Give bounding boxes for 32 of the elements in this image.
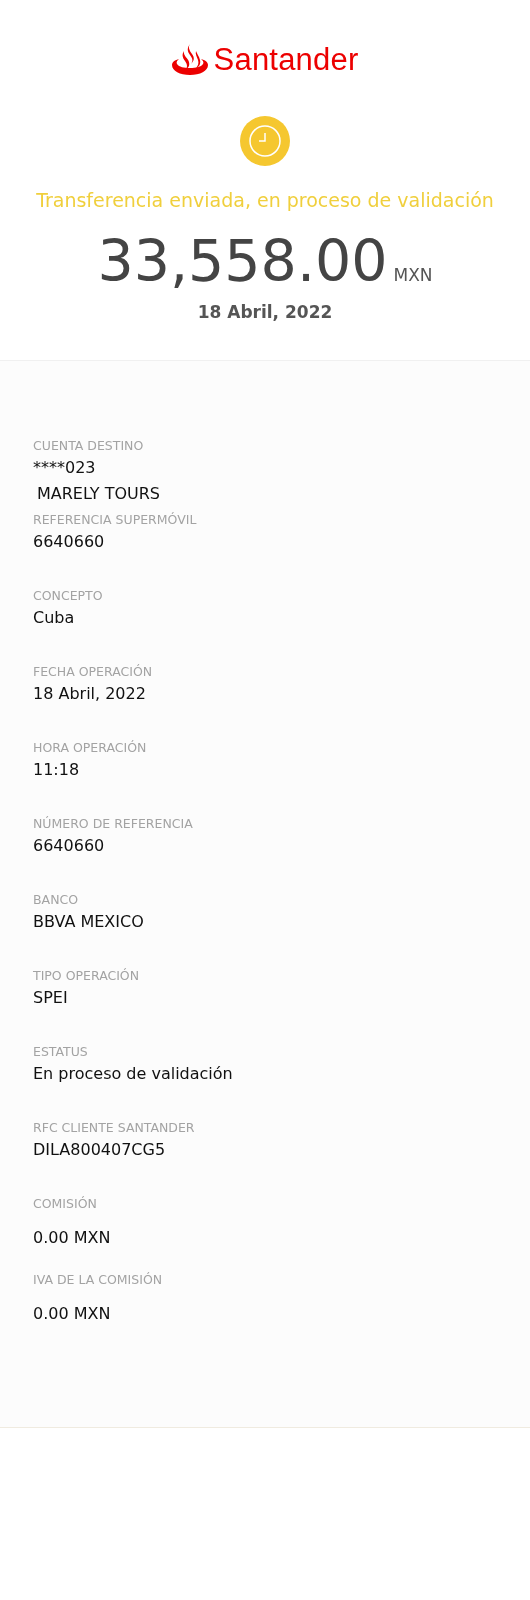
currency: MXN — [393, 265, 433, 285]
field-label: NÚMERO DE REFERENCIA — [33, 815, 194, 833]
field-label: IVA DE LA COMISIÓN — [33, 1271, 164, 1289]
field-label: CONCEPTO — [33, 587, 104, 605]
field-label: ESTATUS — [33, 1043, 89, 1061]
brand-name: Santander — [213, 42, 359, 78]
field-label: CUENTA DESTINO — [33, 437, 145, 455]
field-label: TIPO OPERACIÓN — [33, 967, 141, 985]
amount: 33,558.00 — [97, 228, 388, 294]
field-value: Cuba — [33, 607, 76, 629]
field-value: 6640660 — [33, 531, 106, 553]
field-value: SPEI — [33, 987, 69, 1009]
clock-icon — [240, 116, 290, 166]
field-value: 0.00 MXN — [33, 1303, 112, 1325]
field-label: RFC CLIENTE SANTANDER — [33, 1119, 196, 1137]
field-value: ****023 — [33, 457, 97, 479]
field-label: BANCO — [33, 891, 80, 909]
field-value: En proceso de validación — [33, 1063, 234, 1085]
field-label: REFERENCIA SUPERMÓVIL — [33, 511, 198, 529]
field-value: DILA800407CG5 — [33, 1139, 167, 1161]
field-value: 0.00 MXN — [33, 1227, 112, 1249]
status-message: Transferencia enviada, en proceso de validación — [35, 188, 495, 212]
field-value: 6640660 — [33, 835, 106, 857]
field-value: 18 Abril, 2022 — [33, 683, 147, 705]
field-label: COMISIÓN — [33, 1195, 98, 1213]
flame-logo-icon — [171, 44, 208, 76]
transfer-date: 18 Abril, 2022 — [196, 302, 334, 322]
field-value: 11:18 — [33, 759, 81, 781]
field-label: HORA OPERACIÓN — [33, 739, 148, 757]
field-label: FECHA OPERACIÓN — [33, 663, 154, 681]
field-value: BBVA MEXICO — [33, 911, 145, 933]
field-value: MARELY TOURS — [36, 483, 161, 505]
